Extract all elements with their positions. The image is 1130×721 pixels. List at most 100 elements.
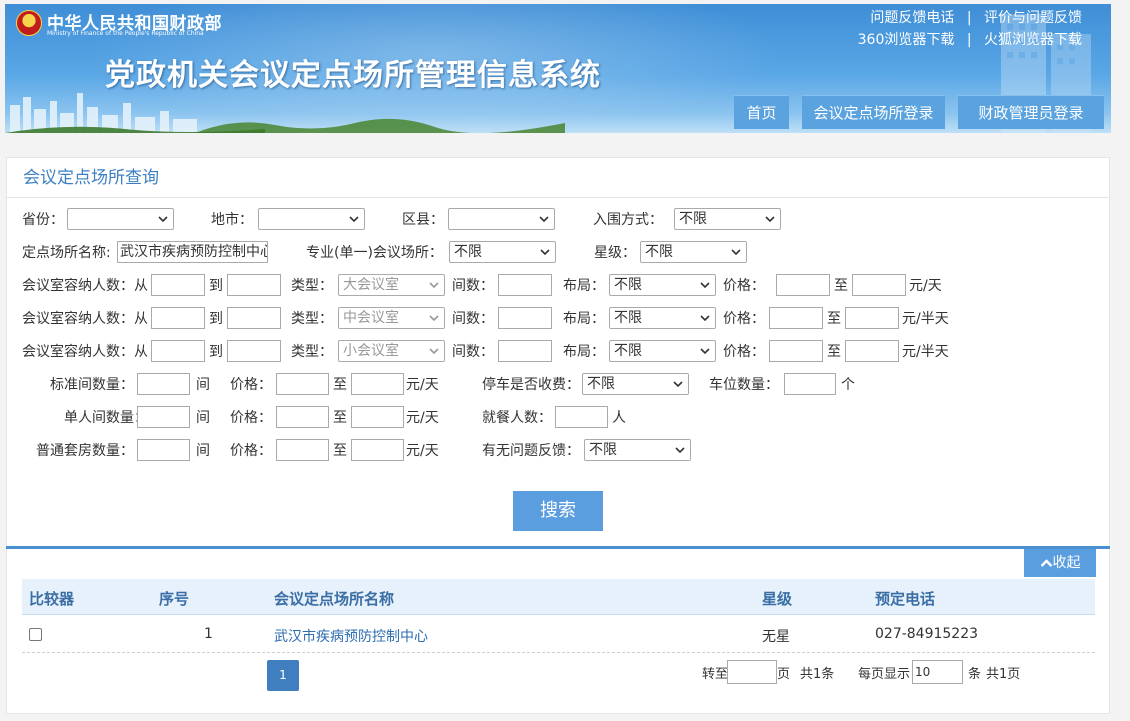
header-banner: 中华人民共和国财政部 Ministry of Finance of the Pe… bbox=[5, 4, 1111, 133]
small-room-type-select[interactable]: 小会议室 bbox=[338, 340, 445, 362]
large-room-capacity-from-input[interactable] bbox=[151, 274, 205, 296]
nav-home-button[interactable]: 首页 bbox=[734, 95, 789, 129]
single-room-price-max-input[interactable] bbox=[351, 406, 404, 428]
small-room-layout-select[interactable]: 不限 bbox=[609, 340, 716, 362]
small-room-capacity-from-input[interactable] bbox=[151, 340, 205, 362]
feedback-select[interactable]: 不限 bbox=[584, 439, 691, 461]
nav-venue-login-button[interactable]: 会议定点场所登录 bbox=[802, 95, 945, 129]
chevron-down-icon bbox=[429, 348, 439, 355]
goto-label: 转至 bbox=[702, 667, 729, 682]
chevron-down-icon bbox=[349, 216, 359, 223]
room-unit-label: 间 bbox=[196, 410, 210, 426]
search-button[interactable]: 搜索 bbox=[513, 491, 603, 531]
range-to-label: 到 bbox=[209, 278, 223, 294]
medium-room-count-input[interactable] bbox=[498, 307, 552, 329]
large-room-layout-select[interactable]: 不限 bbox=[609, 274, 716, 296]
venue-name-label: 定点场所名称: bbox=[22, 245, 111, 261]
large-room-price-min-input[interactable] bbox=[776, 274, 830, 296]
chevron-down-icon bbox=[700, 348, 710, 355]
top-links: 问题反馈电话 | 评价与问题反馈 360浏览器下载 | 火狐浏览器下载 bbox=[858, 7, 1082, 51]
feedback-phone-link[interactable]: 问题反馈电话 bbox=[870, 10, 954, 26]
goto-page-input[interactable] bbox=[727, 660, 777, 684]
parking-spaces-input[interactable] bbox=[784, 373, 836, 395]
large-room-count-input[interactable] bbox=[498, 274, 552, 296]
price-label: 价格： bbox=[230, 443, 272, 459]
compare-checkbox[interactable] bbox=[29, 628, 42, 641]
column-header-compare: 比较器 bbox=[29, 590, 75, 608]
chevron-down-icon bbox=[700, 315, 710, 322]
single-room-count-label: 单人间数量： bbox=[64, 410, 148, 426]
entry-method-select[interactable]: 不限 bbox=[674, 208, 781, 230]
medium-room-price-max-input[interactable] bbox=[845, 307, 899, 329]
large-room-type-select[interactable]: 大会议室 bbox=[338, 274, 445, 296]
price-to-label: 至 bbox=[827, 311, 841, 327]
chevron-down-icon bbox=[540, 249, 550, 256]
price-to-label: 至 bbox=[827, 344, 841, 360]
evaluation-feedback-link[interactable]: 评价与问题反馈 bbox=[984, 10, 1082, 26]
large-room-capacity-to-input[interactable] bbox=[227, 274, 281, 296]
dining-count-input[interactable] bbox=[555, 406, 608, 428]
room-unit-label: 间 bbox=[196, 443, 210, 459]
small-room-capacity-to-input[interactable] bbox=[227, 340, 281, 362]
chevron-down-icon bbox=[429, 282, 439, 289]
layout-label: 布局： bbox=[563, 311, 605, 327]
suite-price-max-input[interactable] bbox=[351, 439, 404, 461]
small-room-capacity-label: 会议室容纳人数：从 bbox=[22, 344, 148, 360]
price-to-label: 至 bbox=[333, 443, 347, 459]
single-room-price-min-input[interactable] bbox=[276, 406, 329, 428]
suite-count-input[interactable] bbox=[137, 439, 190, 461]
standard-room-count-input[interactable] bbox=[137, 373, 190, 395]
system-title: 党政机关会议定点场所管理信息系统 bbox=[105, 58, 601, 93]
medium-room-type-select[interactable]: 中会议室 bbox=[338, 307, 445, 329]
medium-room-capacity-from-input[interactable] bbox=[151, 307, 205, 329]
single-room-count-input[interactable] bbox=[137, 406, 190, 428]
room-type-label: 类型： bbox=[291, 311, 333, 327]
price-label: 价格： bbox=[230, 410, 272, 426]
province-select[interactable] bbox=[67, 208, 174, 230]
layout-label: 布局： bbox=[563, 278, 605, 294]
medium-room-capacity-label: 会议室容纳人数：从 bbox=[22, 311, 148, 327]
dining-unit-label: 人 bbox=[612, 410, 626, 426]
district-select[interactable] bbox=[448, 208, 555, 230]
small-room-price-max-input[interactable] bbox=[845, 340, 899, 362]
page-unit-label: 页 bbox=[777, 667, 791, 682]
price-unit-label: 元/天 bbox=[406, 410, 439, 426]
medium-room-price-min-input[interactable] bbox=[769, 307, 823, 329]
large-room-price-max-input[interactable] bbox=[852, 274, 906, 296]
price-unit-label: 元/半天 bbox=[902, 344, 949, 360]
entry-method-label: 入围方式： bbox=[593, 212, 663, 228]
page-number-button[interactable]: 1 bbox=[267, 660, 299, 691]
venue-name-link[interactable]: 武汉市疾病预防控制中心 bbox=[274, 626, 428, 646]
city-select[interactable] bbox=[258, 208, 365, 230]
standard-room-price-min-input[interactable] bbox=[276, 373, 329, 395]
download-firefox-link[interactable]: 火狐浏览器下载 bbox=[984, 32, 1082, 48]
small-room-count-input[interactable] bbox=[498, 340, 552, 362]
suite-price-min-input[interactable] bbox=[276, 439, 329, 461]
national-emblem-icon bbox=[16, 10, 42, 36]
small-room-price-min-input[interactable] bbox=[769, 340, 823, 362]
parking-fee-select[interactable]: 不限 bbox=[582, 373, 689, 395]
district-label: 区县： bbox=[402, 212, 444, 228]
room-count-label: 间数： bbox=[452, 311, 494, 327]
price-unit-label: 元/天 bbox=[909, 278, 942, 294]
chevron-down-icon bbox=[429, 315, 439, 322]
row-phone: 027-84915223 bbox=[875, 626, 979, 642]
medium-room-layout-select[interactable]: 不限 bbox=[609, 307, 716, 329]
per-page-input[interactable]: 10 bbox=[912, 660, 963, 684]
standard-room-count-label: 标准间数量： bbox=[50, 377, 134, 393]
collapse-label: 收起 bbox=[1052, 555, 1081, 571]
medium-room-capacity-to-input[interactable] bbox=[227, 307, 281, 329]
collapse-button[interactable]: 收起 bbox=[1024, 549, 1096, 577]
nav-finance-admin-login-button[interactable]: 财政管理员登录 bbox=[958, 95, 1104, 129]
star-select[interactable]: 不限 bbox=[640, 241, 747, 263]
room-count-label: 间数： bbox=[452, 344, 494, 360]
standard-room-price-max-input[interactable] bbox=[351, 373, 404, 395]
download-360-link[interactable]: 360浏览器下载 bbox=[858, 32, 955, 48]
suite-count-label: 普通套房数量： bbox=[36, 443, 134, 459]
column-header-index: 序号 bbox=[159, 590, 190, 608]
venue-name-input[interactable]: 武汉市疾病预防控制中心 bbox=[117, 241, 268, 263]
price-label: 价格： bbox=[723, 344, 765, 360]
special-venue-select[interactable]: 不限 bbox=[449, 241, 556, 263]
parking-unit-label: 个 bbox=[841, 377, 855, 393]
column-header-phone: 预定电话 bbox=[875, 590, 936, 608]
